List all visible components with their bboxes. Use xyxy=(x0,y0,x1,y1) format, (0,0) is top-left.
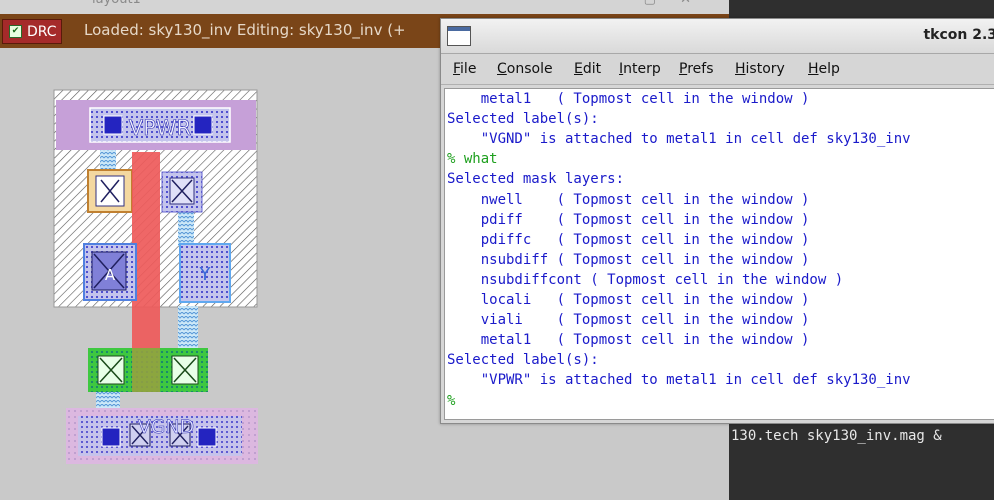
menu-prefs[interactable]: Prefs xyxy=(679,61,714,77)
magic-window-title: layout1 xyxy=(92,0,141,7)
vgnd-contact-4 xyxy=(197,427,217,447)
load-status-text: Loaded: sky130_inv Editing: sky130_inv (… xyxy=(84,21,406,39)
console-output-line: viali ( Topmost cell in the window ) xyxy=(447,312,810,329)
console-output-line: nsubdiffcont ( Topmost cell in the windo… xyxy=(447,271,844,288)
menu-console[interactable]: Console xyxy=(497,61,553,77)
menu-edit[interactable]: Edit xyxy=(574,61,601,77)
tkcon-title: tkcon 2.3 xyxy=(923,27,994,43)
nmos-gate-overlap xyxy=(132,348,160,392)
menu-history[interactable]: History xyxy=(735,61,785,77)
checkmark-icon[interactable]: ✔ xyxy=(9,25,22,38)
console-output-line: locali ( Topmost cell in the window ) xyxy=(447,292,810,308)
console-output-line: pdiff ( Topmost cell in the window ) xyxy=(447,211,810,228)
console-output-line: nwell ( Topmost cell in the window ) xyxy=(447,191,810,208)
locali-strap-lower xyxy=(178,306,198,352)
magic-titlebar: layout1 — ▢ ✕ xyxy=(0,0,729,14)
console-prompt-line: % xyxy=(447,392,456,409)
console-output-line: metal1 ( Topmost cell in the window ) xyxy=(447,332,810,349)
vpwr-label: VPWR xyxy=(129,116,191,140)
terminal-command-line: 130.tech sky130_inv.mag & xyxy=(731,428,942,444)
console-output-line: "VPWR" is attached to metal1 in cell def… xyxy=(447,372,911,389)
tkcon-titlebar[interactable]: tkcon 2.3 xyxy=(441,19,994,54)
console-output-line: "VGND" is attached to metal1 in cell def… xyxy=(447,131,911,148)
vpwr-contact-right xyxy=(193,115,213,135)
console-output-line: Selected label(s): xyxy=(447,352,599,369)
window-icon xyxy=(447,26,471,46)
menu-file[interactable]: File xyxy=(453,61,476,77)
menu-help[interactable]: Help xyxy=(808,61,840,77)
console-output-line: Selected mask layers: xyxy=(447,171,625,188)
console-output-line: pdiffc ( Topmost cell in the window ) xyxy=(447,231,810,248)
drc-button[interactable]: ✔ DRC xyxy=(2,19,62,44)
menu-interp[interactable]: Interp xyxy=(619,61,661,77)
output-y-label: Y xyxy=(199,264,212,285)
console-prompt-line: % what xyxy=(447,151,498,168)
vpwr-contact-left xyxy=(103,115,123,135)
console-output-line: metal1 ( Topmost cell in the window ) xyxy=(447,91,810,107)
vgnd-label: VGND xyxy=(138,416,195,438)
console-output-line: nsubdiff ( Topmost cell in the window ) xyxy=(447,251,810,268)
console-output-line: Selected label(s): xyxy=(447,111,599,128)
input-a-label: A xyxy=(105,266,116,284)
drc-label: DRC xyxy=(27,23,57,40)
tkcon-menubar: File Console Edit Interp Prefs History H… xyxy=(441,54,994,85)
vgnd-contact-1 xyxy=(101,427,121,447)
tkcon-console-output[interactable]: metal1 ( Topmost cell in the window ) Sel… xyxy=(444,88,994,420)
window-control-buttons[interactable]: — ▢ ✕ xyxy=(607,0,701,7)
tkcon-window[interactable]: tkcon 2.3 File Console Edit Interp Prefs… xyxy=(440,18,994,424)
